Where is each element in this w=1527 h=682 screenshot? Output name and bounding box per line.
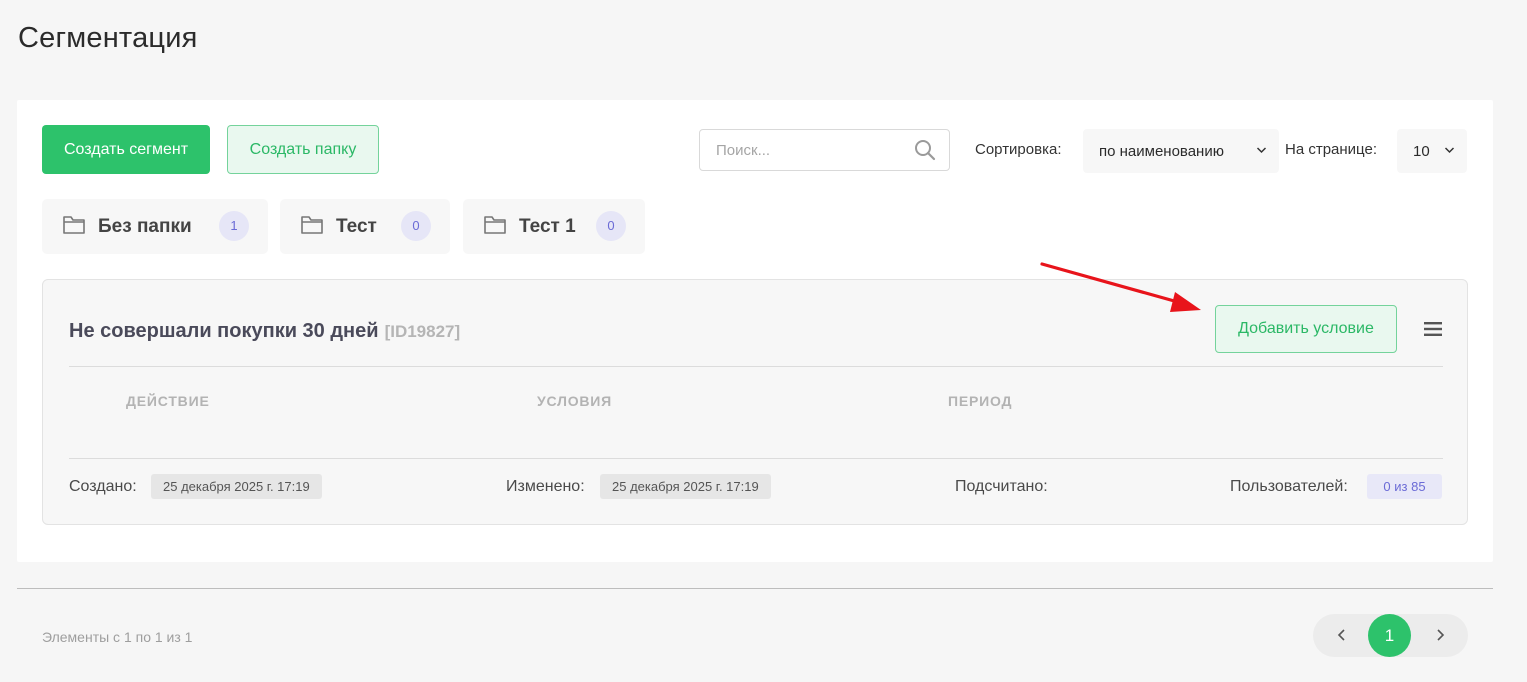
folder-name: Без папки <box>98 216 192 237</box>
sort-select[interactable]: по наименованию <box>1083 129 1279 173</box>
segment-title: Не совершали покупки 30 дней [ID19827] <box>69 320 460 343</box>
folder-tab-no-folder[interactable]: Без папки 1 <box>42 199 268 254</box>
segment-card: Не совершали покупки 30 дней [ID19827] До… <box>42 279 1468 525</box>
per-page-value: 10 <box>1413 142 1430 160</box>
create-segment-button[interactable]: Создать сегмент <box>42 125 210 174</box>
chevron-down-icon <box>1444 147 1455 154</box>
per-page-label: На странице: <box>1285 141 1377 158</box>
column-header-conditions: УСЛОВИЯ <box>537 393 613 409</box>
segment-name: Не совершали покупки 30 дней <box>69 320 379 342</box>
segments-card: Создать сегмент Создать папку Сортировка… <box>17 100 1493 562</box>
chevron-left-icon[interactable] <box>1337 627 1347 643</box>
arrow-annotation <box>1040 262 1201 312</box>
folder-icon <box>484 216 506 234</box>
page-button-current[interactable]: 1 <box>1368 614 1411 657</box>
pagination: 1 <box>1313 614 1468 657</box>
search-icon[interactable] <box>914 139 936 161</box>
folder-icon <box>301 216 323 234</box>
created-date-badge: 25 декабря 2025 г. 17:19 <box>151 474 322 499</box>
users-label: Пользователей: <box>1230 478 1348 495</box>
folder-tab-test-1[interactable]: Тест 1 0 <box>463 199 645 254</box>
column-header-action: ДЕЙСТВИЕ <box>126 393 210 409</box>
search-input[interactable] <box>701 131 901 169</box>
footer-divider <box>17 588 1493 589</box>
modified-label: Изменено: <box>506 478 585 495</box>
pagination-info: Элементы с 1 по 1 из 1 <box>42 629 193 645</box>
folder-icon <box>63 216 85 234</box>
divider <box>69 366 1443 367</box>
create-folder-button[interactable]: Создать папку <box>227 125 379 174</box>
folder-count-badge: 0 <box>596 211 626 241</box>
sort-label: Сортировка: <box>975 141 1062 158</box>
folder-name: Тест 1 <box>519 216 576 237</box>
folder-count-badge: 1 <box>219 211 249 241</box>
search-box <box>699 129 950 171</box>
add-condition-button[interactable]: Добавить условие <box>1215 305 1397 353</box>
chevron-down-icon <box>1256 147 1267 154</box>
folder-name: Тест <box>336 216 377 237</box>
page-title: Сегментация <box>18 22 198 54</box>
segment-id: [ID19827] <box>384 322 461 341</box>
modified-date-badge: 25 декабря 2025 г. 17:19 <box>600 474 771 499</box>
users-count-badge: 0 из 85 <box>1367 474 1442 499</box>
chevron-right-icon[interactable] <box>1435 627 1445 643</box>
menu-icon[interactable] <box>1423 321 1443 337</box>
folder-tab-test[interactable]: Тест 0 <box>280 199 450 254</box>
divider <box>69 458 1443 459</box>
per-page-select[interactable]: 10 <box>1397 129 1467 173</box>
counted-label: Подсчитано: <box>955 478 1048 495</box>
created-label: Создано: <box>69 478 137 495</box>
sort-select-value: по наименованию <box>1099 142 1224 160</box>
column-header-period: ПЕРИОД <box>948 393 1013 409</box>
folder-count-badge: 0 <box>401 211 431 241</box>
